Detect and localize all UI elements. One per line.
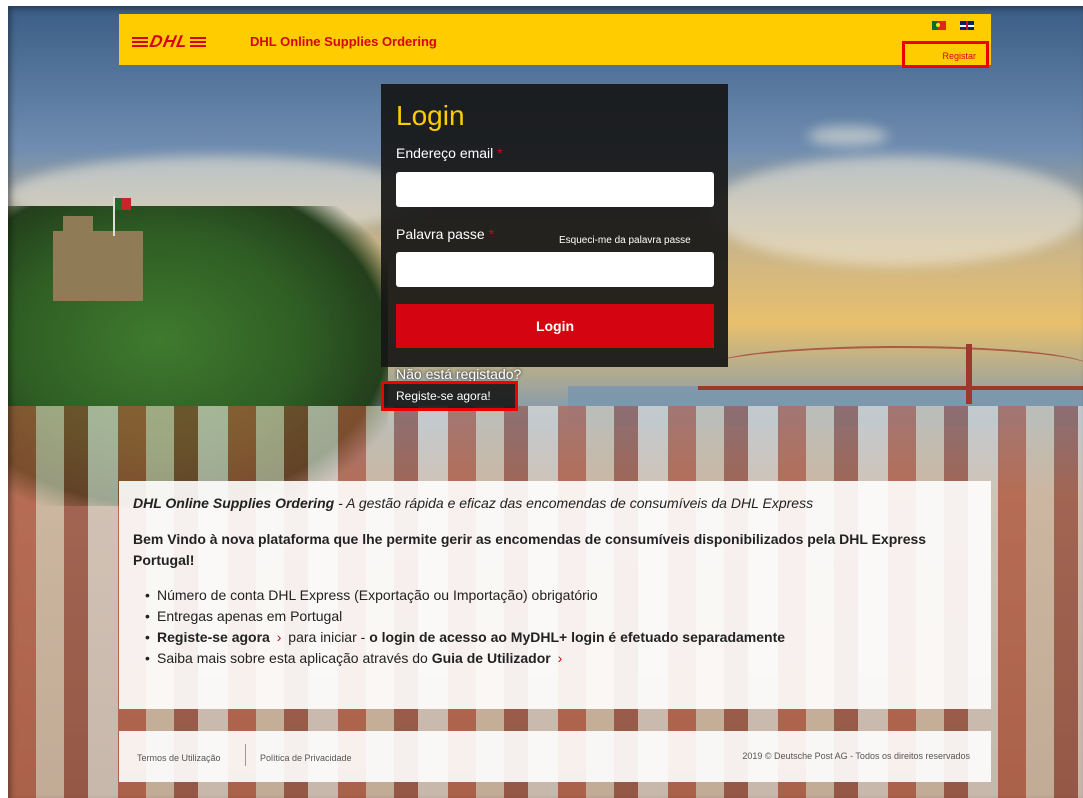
list-item: Número de conta DHL Express (Exportação …	[145, 585, 977, 606]
requirements-list: Número de conta DHL Express (Exportação …	[133, 585, 977, 669]
tagline-app-name: DHL Online Supplies Ordering	[133, 495, 335, 511]
header-bar: DHL DHL Online Supplies Ordering Regista…	[119, 14, 991, 68]
dhl-logo[interactable]: DHL	[132, 32, 237, 51]
tagline: DHL Online Supplies Ordering - A gestão …	[133, 495, 977, 511]
footer: Termos de Utilização Política de Privaci…	[119, 731, 991, 782]
footer-divider	[245, 744, 246, 766]
logo-text: DHL	[148, 32, 191, 51]
logo-stripes	[189, 37, 206, 47]
language-selector	[932, 21, 974, 30]
login-title: Login	[396, 100, 465, 131]
portugal-flag-icon[interactable]	[932, 21, 946, 30]
login-button[interactable]: Login	[396, 304, 714, 348]
email-field[interactable]	[396, 172, 714, 207]
welcome-text: Bem Vindo à nova plataforma que lhe perm…	[133, 531, 927, 568]
uk-flag-icon[interactable]	[960, 21, 974, 30]
user-guide-link[interactable]: Guia de Utilizador	[432, 650, 551, 666]
email-label: Endereço email *	[396, 145, 503, 161]
privacy-link[interactable]: Política de Privacidade	[260, 753, 352, 763]
register-now-link[interactable]: Registe-se agora!	[381, 381, 518, 411]
list-item: Registe-se agora › para iniciar - o logi…	[145, 627, 977, 648]
list-item: Saiba mais sobre esta aplicação através …	[145, 648, 977, 669]
forgot-password-link[interactable]: Esqueci-me da palavra passe	[559, 235, 691, 246]
chevron-right-icon[interactable]: ›	[277, 629, 282, 645]
logo-stripes	[132, 37, 148, 47]
password-field[interactable]	[396, 252, 714, 287]
login-panel: Login Endereço email * Palavra passe * E…	[381, 84, 728, 367]
chevron-right-icon[interactable]: ›	[558, 650, 563, 666]
copyright-text: 2019 © Deutsche Post AG - Todos os direi…	[742, 751, 970, 761]
register-link[interactable]: Registar	[902, 41, 989, 68]
info-panel: DHL Online Supplies Ordering - A gestão …	[119, 481, 991, 709]
register-now-inline-link[interactable]: Registe-se agora	[157, 629, 270, 645]
required-mark: *	[488, 226, 495, 242]
tagline-text: - A gestão rápida e eficaz das encomenda…	[334, 495, 814, 511]
terms-link[interactable]: Termos de Utilização	[137, 753, 221, 763]
password-label: Palavra passe *	[396, 226, 495, 242]
not-registered-text: Não está registado?	[396, 366, 522, 382]
list-item: Entregas apenas em Portugal	[145, 606, 977, 627]
required-mark: *	[497, 145, 503, 161]
app-title: DHL Online Supplies Ordering	[250, 34, 437, 49]
